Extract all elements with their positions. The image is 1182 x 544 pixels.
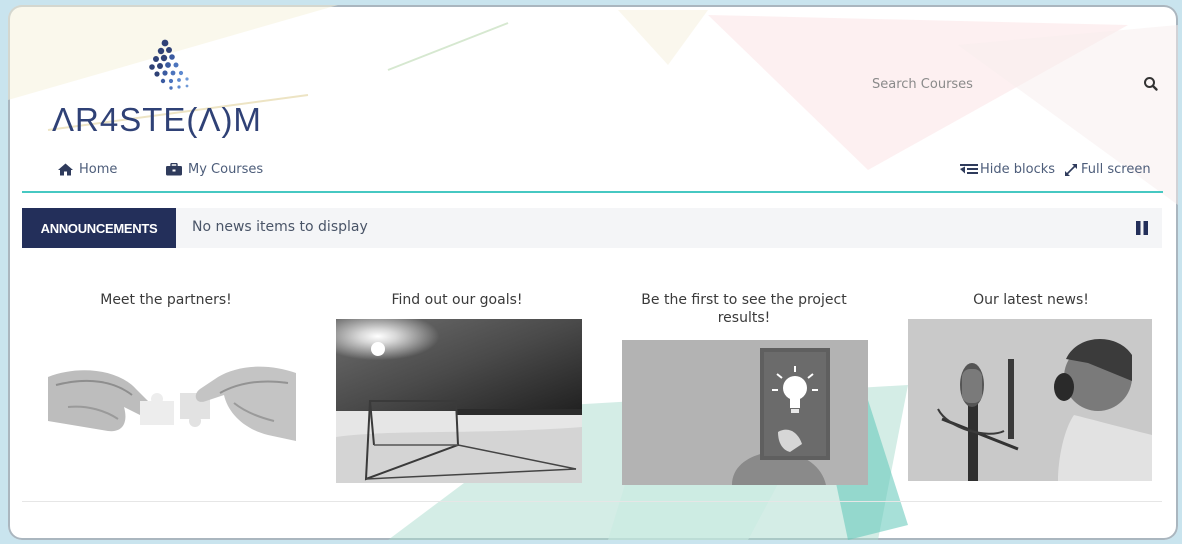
partners-image[interactable] (48, 355, 296, 459)
snow-goal-photo (336, 319, 582, 483)
nav-my-courses-label: My Courses (188, 162, 264, 177)
pause-icon[interactable] (1136, 221, 1148, 235)
card-title: Our latest news! (973, 292, 1089, 308)
expand-icon (1065, 163, 1077, 176)
briefcase-icon (166, 163, 182, 176)
news-image[interactable] (908, 319, 1152, 481)
hide-blocks-icon (960, 163, 978, 176)
goals-image[interactable] (336, 319, 582, 483)
home-icon (58, 163, 73, 176)
card-partners[interactable]: Meet the partners! (48, 287, 296, 469)
nav-item-home[interactable]: Home (58, 162, 117, 177)
content-divider (22, 501, 1162, 502)
card-results[interactable]: Be the first to see the project results! (618, 287, 870, 487)
announcements-label: ANNOUNCEMENTS (22, 208, 176, 248)
search-box (868, 67, 1160, 103)
lightbulb-board-photo (622, 340, 868, 485)
announcements-text: No news items to display (192, 219, 368, 235)
announcements-bar: ANNOUNCEMENTS No news items to display (22, 208, 1162, 248)
card-news[interactable]: Our latest news! (906, 287, 1156, 483)
page-frame: ΛR4STE(Λ)M Home My Cou (8, 5, 1178, 540)
card-title: Be the first to see the project results! (641, 292, 847, 326)
card-title: Meet the partners! (100, 292, 232, 308)
nav-divider (22, 191, 1163, 193)
card-goals[interactable]: Find out our goals! (334, 287, 582, 483)
hide-blocks-label: Hide blocks (980, 162, 1056, 177)
hide-blocks-button[interactable]: Hide blocks (960, 162, 1055, 177)
nav-home-label: Home (79, 162, 118, 177)
search-input[interactable] (868, 67, 1116, 101)
full-screen-label: Full screen (1081, 162, 1151, 177)
card-title: Find out our goals! (391, 292, 523, 308)
site-logo[interactable]: ΛR4STE(Λ)M (52, 37, 302, 141)
search-icon[interactable] (1142, 75, 1160, 93)
results-image[interactable] (622, 340, 868, 485)
logo-text: ΛR4STE(Λ)M (52, 101, 262, 138)
nav-item-my-courses[interactable]: My Courses (166, 162, 263, 177)
hands-puzzle-illustration (48, 355, 296, 459)
full-screen-button[interactable]: Full screen (1064, 162, 1151, 177)
main-navigation: Home My Courses Hide blocks Full screen (22, 158, 1162, 190)
logo-dots-icon (149, 39, 189, 90)
boy-shouting-photo (908, 319, 1152, 481)
